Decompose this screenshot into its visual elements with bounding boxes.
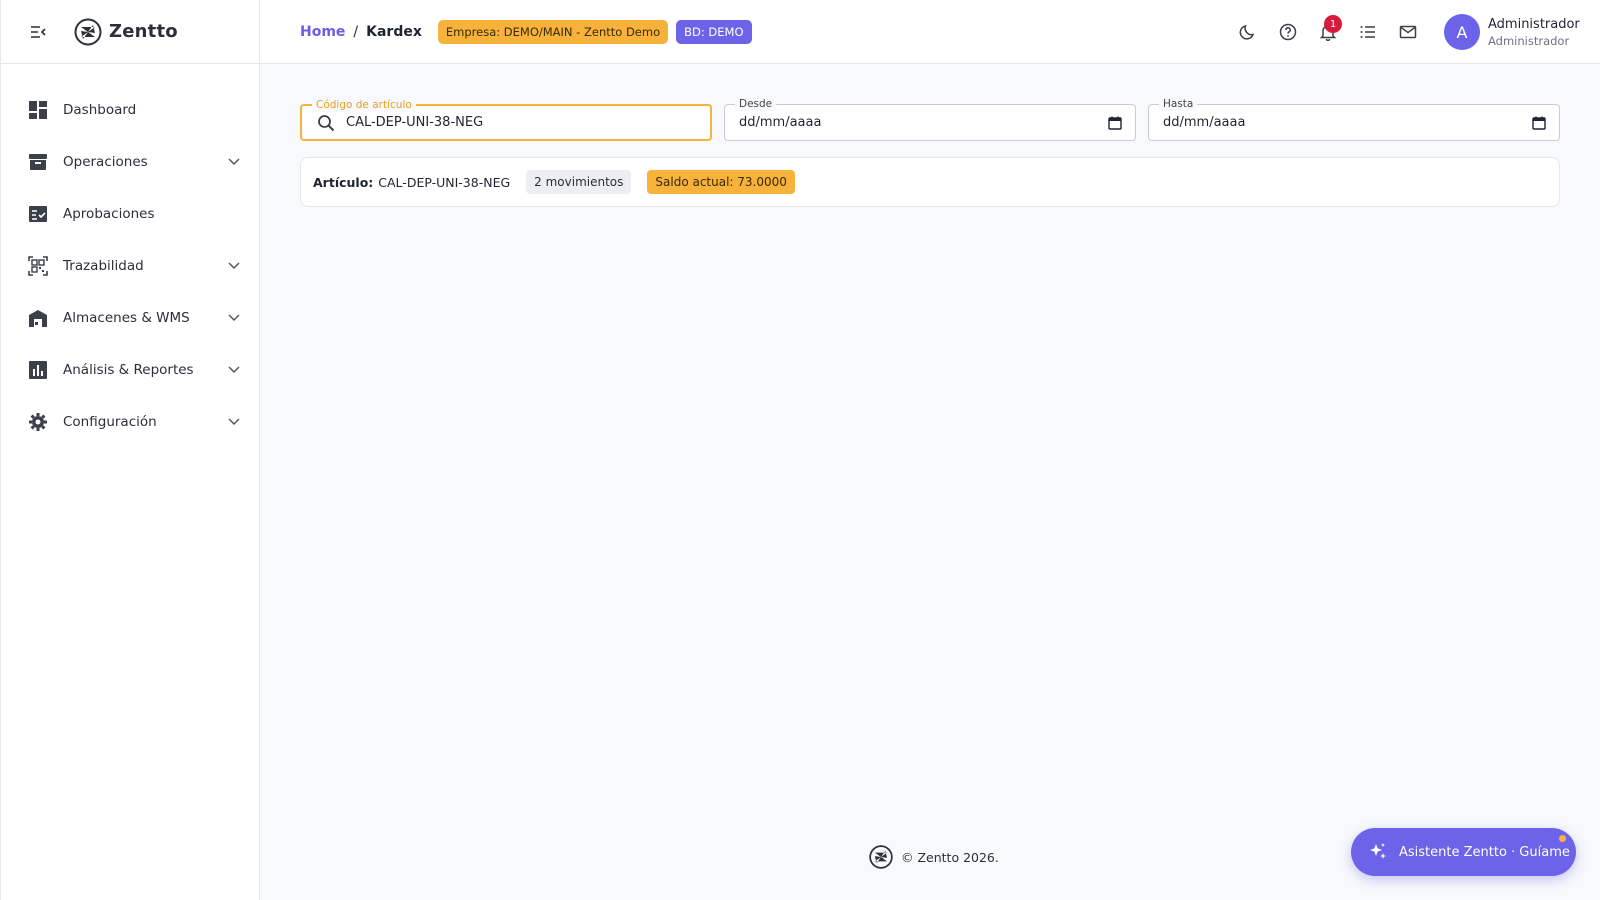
zentto-logo-icon <box>868 844 894 870</box>
codigo-articulo-label: Código de artículo <box>312 98 416 112</box>
hasta-date-field[interactable]: Hasta dd/mm/aaaa <box>1148 97 1560 141</box>
sidebar-item-configuracion[interactable]: Configuración <box>1 396 259 448</box>
sidebar-item-almacenes[interactable]: Almacenes & WMS <box>1 292 259 344</box>
calendar-icon[interactable] <box>1107 115 1123 131</box>
desde-date-field[interactable]: Desde dd/mm/aaaa <box>724 97 1136 141</box>
dark-mode-icon[interactable] <box>1228 12 1268 52</box>
sidebar-item-label: Operaciones <box>63 154 148 170</box>
calendar-icon[interactable] <box>1531 115 1547 131</box>
sidebar-item-label: Trazabilidad <box>63 258 144 274</box>
bar-chart-icon <box>27 359 49 381</box>
sidebar-item-label: Análisis & Reportes <box>63 362 194 378</box>
sidebar-item-analisis[interactable]: Análisis & Reportes <box>1 344 259 396</box>
mail-icon[interactable] <box>1388 12 1428 52</box>
sidebar-item-dashboard[interactable]: Dashboard <box>1 84 259 136</box>
assistant-status-dot <box>1559 835 1566 842</box>
database-badge[interactable]: BD: DEMO <box>676 19 752 44</box>
sidebar-item-label: Dashboard <box>63 102 137 118</box>
codigo-articulo-input[interactable] <box>346 115 710 130</box>
movimientos-chip: 2 movimientos <box>526 170 632 194</box>
sidebar-nav: Dashboard Operaciones Aprobaciones Traza… <box>1 64 259 448</box>
header-actions: 1 A Administrador Administrador <box>1228 0 1600 64</box>
breadcrumb-current: Kardex <box>366 23 422 40</box>
empresa-badge[interactable]: Empresa: DEMO/MAIN - Zentto Demo <box>437 19 669 44</box>
breadcrumb-separator: / <box>353 23 359 40</box>
kardex-filters: Código de artículo Desde dd/mm/aaaa Hast… <box>300 97 1560 141</box>
brand-name: Zentto <box>109 21 178 42</box>
gear-icon <box>27 411 49 433</box>
menu-collapse-icon[interactable] <box>29 23 47 41</box>
sidebar-item-label: Configuración <box>63 414 157 430</box>
chevron-down-icon <box>227 155 241 169</box>
breadcrumb: Home / Kardex <box>300 24 422 40</box>
articulo-summary: Artículo: CAL-DEP-UNI-38-NEG 2 movimient… <box>300 157 1560 207</box>
brand-bar: Zentto <box>1 0 259 64</box>
top-header: Home / Kardex Empresa: DEMO/MAIN - Zentt… <box>260 0 1600 64</box>
codigo-articulo-field[interactable]: Código de artículo <box>300 98 712 141</box>
sidebar-item-trazabilidad[interactable]: Trazabilidad <box>1 240 259 292</box>
search-icon <box>316 113 336 133</box>
warehouse-icon <box>27 307 49 329</box>
chevron-down-icon <box>227 311 241 325</box>
chevron-down-icon <box>227 415 241 429</box>
notification-count-badge: 1 <box>1324 15 1342 33</box>
dashboard-icon <box>27 99 49 121</box>
avatar[interactable]: A <box>1444 14 1480 50</box>
zentto-logo-icon <box>73 17 103 47</box>
sidebar-item-label: Almacenes & WMS <box>63 310 190 326</box>
desde-date-input[interactable]: dd/mm/aaaa <box>739 115 1107 130</box>
assistant-button[interactable]: Asistente Zentto · Guíame <box>1351 828 1576 876</box>
archive-icon <box>27 151 49 173</box>
checklist-icon <box>27 203 49 225</box>
user-name: Administrador <box>1488 16 1580 32</box>
articulo-label: Artículo: <box>313 174 374 190</box>
hasta-label: Hasta <box>1159 97 1198 111</box>
footer: © Zentto 2026. <box>868 844 999 870</box>
articulo-value: CAL-DEP-UNI-38-NEG <box>378 174 511 190</box>
notifications-button[interactable]: 1 <box>1308 12 1348 52</box>
sidebar-item-operaciones[interactable]: Operaciones <box>1 136 259 188</box>
chevron-down-icon <box>227 259 241 273</box>
hasta-date-input[interactable]: dd/mm/aaaa <box>1163 115 1531 130</box>
qr-scan-icon <box>27 255 49 277</box>
saldo-chip: Saldo actual: 73.0000 <box>647 170 795 194</box>
sidebar: Zentto Dashboard Operaciones Aprobacione… <box>0 0 260 900</box>
assistant-label: Asistente Zentto · Guíame <box>1399 844 1570 860</box>
desde-label: Desde <box>735 97 777 111</box>
sidebar-item-label: Aprobaciones <box>63 206 155 222</box>
footer-copyright: © Zentto 2026. <box>901 849 999 865</box>
breadcrumb-home-link[interactable]: Home <box>300 24 345 40</box>
user-role: Administrador <box>1488 33 1570 48</box>
sparkles-icon <box>1367 841 1389 863</box>
help-icon[interactable] <box>1268 12 1308 52</box>
chevron-down-icon <box>227 363 241 377</box>
list-icon[interactable] <box>1348 12 1388 52</box>
user-info[interactable]: Administrador Administrador <box>1488 17 1600 48</box>
sidebar-item-aprobaciones[interactable]: Aprobaciones <box>1 188 259 240</box>
